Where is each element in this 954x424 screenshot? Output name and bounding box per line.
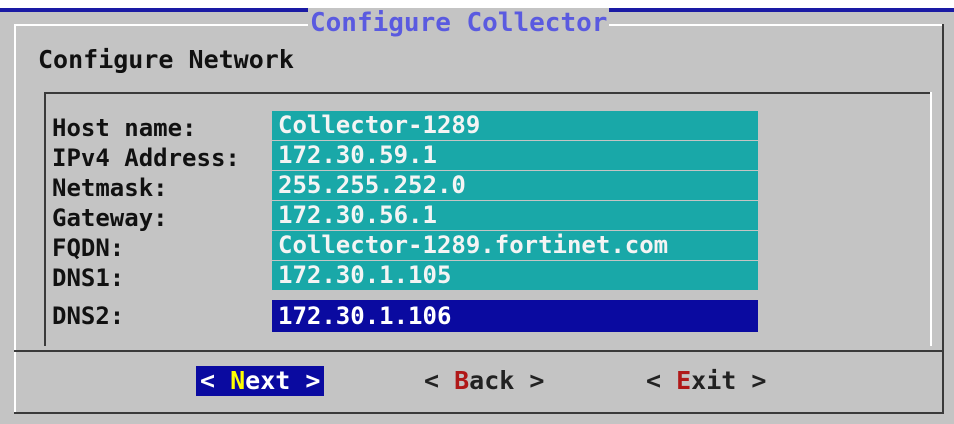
section-heading: Configure Network <box>38 45 294 74</box>
back-button-close: > <box>514 366 545 395</box>
ipv4-address-label: IPv4 Address: <box>52 144 240 172</box>
fqdn-field[interactable]: Collector-1289.fortinet.com <box>272 231 758 260</box>
dns1-field[interactable]: 172.30.1.105 <box>272 261 758 290</box>
outer-frame-right-line <box>942 24 944 414</box>
netmask-field[interactable]: 255.255.252.0 <box>272 171 758 200</box>
button-separator-line <box>14 350 944 352</box>
exit-button[interactable]: < Exit > <box>646 366 766 396</box>
exit-button-hotkey: E <box>676 366 692 395</box>
gateway-field[interactable]: 172.30.56.1 <box>272 201 758 230</box>
back-button-label: ack <box>469 366 515 395</box>
outer-frame-left-line <box>14 24 16 414</box>
next-button-label: ext <box>245 366 291 395</box>
next-button-hotkey: N <box>230 366 246 395</box>
exit-button-open: < <box>646 366 677 395</box>
next-button-open: < <box>200 366 231 395</box>
inner-frame-right-line <box>930 92 932 346</box>
dns2-field[interactable]: 172.30.1.106 <box>272 300 758 332</box>
back-button-hotkey: B <box>454 366 470 395</box>
dns1-label: DNS1: <box>52 264 125 292</box>
inner-frame-top-line <box>44 92 932 94</box>
gateway-label: Gateway: <box>52 204 168 232</box>
outer-frame-bottom-line <box>14 412 944 414</box>
exit-button-label: xit <box>691 366 737 395</box>
next-button[interactable]: < Next > <box>196 366 325 396</box>
dns2-label: DNS2: <box>52 302 125 330</box>
host-name-label: Host name: <box>52 114 197 142</box>
host-name-field[interactable]: Collector-1289 <box>272 111 758 140</box>
next-button-close: > <box>290 366 321 395</box>
netmask-label: Netmask: <box>52 174 168 202</box>
back-button-open: < <box>424 366 455 395</box>
back-button[interactable]: < Back > <box>424 366 544 396</box>
ipv4-address-field[interactable]: 172.30.59.1 <box>272 141 758 170</box>
fqdn-label: FQDN: <box>52 234 125 262</box>
exit-button-close: > <box>736 366 767 395</box>
dialog-title: Configure Collector <box>308 8 610 38</box>
inner-frame-left-line <box>44 92 46 346</box>
